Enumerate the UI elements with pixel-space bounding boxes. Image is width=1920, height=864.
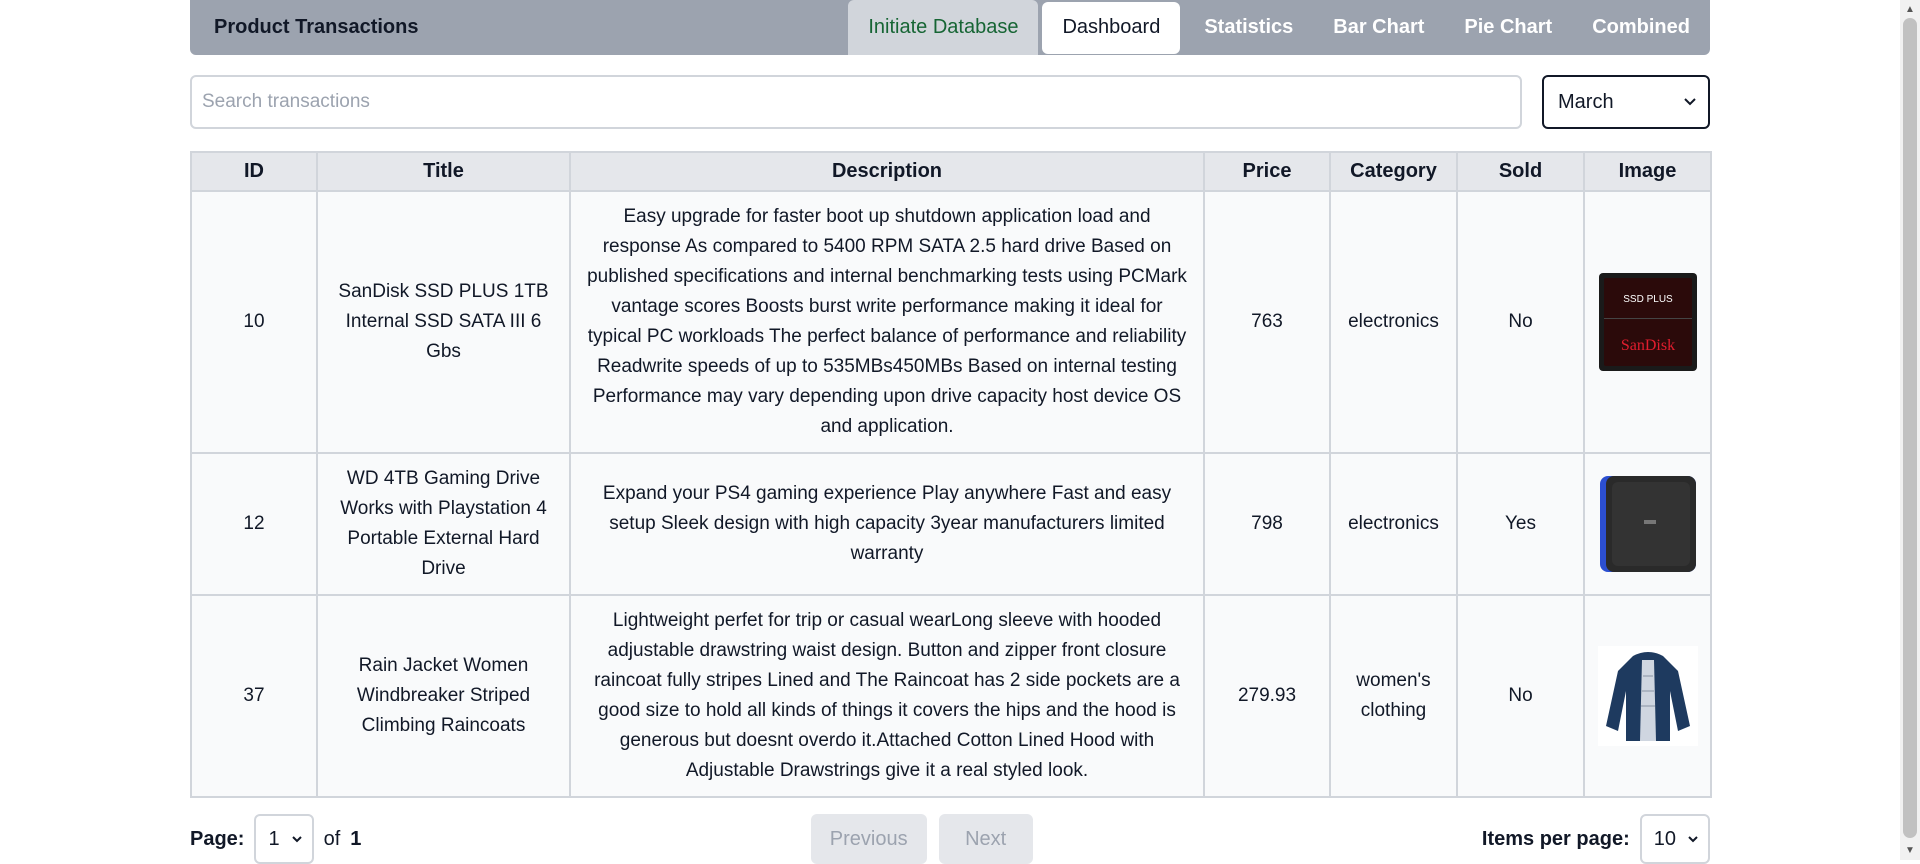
cell-title: WD 4TB Gaming Drive Works with Playstati… xyxy=(316,452,571,596)
of-label: of xyxy=(323,827,341,850)
previous-button[interactable]: Previous xyxy=(810,814,927,864)
cell-description: Easy upgrade for faster boot up shutdown… xyxy=(569,190,1205,454)
cell-category: women's clothing xyxy=(1329,594,1458,798)
cell-price: 798 xyxy=(1203,452,1331,596)
items-per-page-value: 10 xyxy=(1653,827,1676,850)
jacket-image xyxy=(1597,646,1698,746)
cell-title: Rain Jacket Women Windbreaker Striped Cl… xyxy=(316,594,571,798)
cell-sold: No xyxy=(1456,594,1585,798)
total-pages: 1 xyxy=(350,827,362,850)
scroll-up-icon[interactable]: ▲ xyxy=(1905,4,1915,15)
vertical-scrollbar[interactable]: ▲ ▼ xyxy=(1900,0,1920,860)
cell-price: 763 xyxy=(1203,190,1331,454)
page-nav-buttons: Previous Next xyxy=(810,814,1033,864)
header-sold[interactable]: Sold xyxy=(1456,151,1585,192)
pagination: Page: 1 of 1 Previous Next Items per pag… xyxy=(190,814,1710,864)
nav-statistics[interactable]: Statistics xyxy=(1184,0,1313,55)
hard-drive-image xyxy=(1598,474,1698,574)
ssd-image: SSD PLUS SanDisk xyxy=(1598,272,1698,372)
header-description[interactable]: Description xyxy=(569,151,1205,192)
transactions-table: ID Title Description Price Category Sold… xyxy=(190,151,1712,798)
table-row: 10 SanDisk SSD PLUS 1TB Internal SSD SAT… xyxy=(190,190,1712,454)
cell-description: Expand your PS4 gaming experience Play a… xyxy=(569,452,1205,596)
month-select-value: March xyxy=(1558,90,1614,113)
table-row: 37 Rain Jacket Women Windbreaker Striped… xyxy=(190,594,1712,798)
table-row: 12 WD 4TB Gaming Drive Works with Playst… xyxy=(190,452,1712,596)
cell-category: electronics xyxy=(1329,452,1458,596)
nav-initiate-database[interactable]: Initiate Database xyxy=(848,0,1039,55)
chevron-down-icon xyxy=(1684,98,1696,106)
cell-sold: No xyxy=(1456,190,1585,454)
nav-dashboard[interactable]: Dashboard xyxy=(1042,1,1181,54)
chevron-down-icon xyxy=(1688,835,1698,842)
items-per-page-group: Items per page: 10 xyxy=(1482,814,1710,864)
search-input[interactable] xyxy=(190,75,1522,129)
header-category[interactable]: Category xyxy=(1329,151,1458,192)
items-per-page-label: Items per page: xyxy=(1481,827,1630,850)
chevron-down-icon xyxy=(291,835,302,842)
cell-title: SanDisk SSD PLUS 1TB Internal SSD SATA I… xyxy=(316,190,571,454)
cell-category: electronics xyxy=(1329,190,1458,454)
navbar: Product Transactions Initiate Database D… xyxy=(190,0,1710,55)
cell-sold: Yes xyxy=(1456,452,1585,596)
next-button[interactable]: Next xyxy=(938,814,1033,864)
ssd-label-top: SSD PLUS xyxy=(1623,294,1673,305)
cell-image xyxy=(1583,594,1712,798)
nav-bar-chart[interactable]: Bar Chart xyxy=(1313,0,1444,55)
page-label: Page: xyxy=(190,827,245,850)
brand-title: Product Transactions xyxy=(214,16,419,38)
cell-image xyxy=(1583,452,1712,596)
cell-image: SSD PLUS SanDisk xyxy=(1583,190,1712,454)
cell-id: 37 xyxy=(190,594,318,798)
page-selector-group: Page: 1 of 1 xyxy=(190,814,361,864)
ssd-label-bottom: SanDisk xyxy=(1620,337,1674,354)
cell-price: 279.93 xyxy=(1203,594,1331,798)
table-header-row: ID Title Description Price Category Sold… xyxy=(190,151,1712,192)
search-row: March xyxy=(190,75,1710,129)
app-container: Product Transactions Initiate Database D… xyxy=(190,0,1712,864)
page-select-value: 1 xyxy=(268,827,280,850)
month-select[interactable]: March xyxy=(1542,75,1710,129)
cell-id: 10 xyxy=(190,190,318,454)
cell-description: Lightweight perfet for trip or casual we… xyxy=(569,594,1205,798)
header-image[interactable]: Image xyxy=(1583,151,1712,192)
scroll-down-icon[interactable]: ▼ xyxy=(1905,845,1915,856)
page-select[interactable]: 1 xyxy=(254,814,314,864)
nav-menu: Initiate Database Dashboard Statistics B… xyxy=(848,0,1710,55)
cell-id: 12 xyxy=(190,452,318,596)
items-per-page-select[interactable]: 10 xyxy=(1639,814,1710,864)
header-price[interactable]: Price xyxy=(1203,151,1331,192)
scrollbar-thumb[interactable] xyxy=(1903,18,1917,838)
header-title[interactable]: Title xyxy=(316,151,571,192)
header-id[interactable]: ID xyxy=(190,151,318,192)
nav-combined[interactable]: Combined xyxy=(1572,0,1710,55)
nav-pie-chart[interactable]: Pie Chart xyxy=(1444,0,1572,55)
